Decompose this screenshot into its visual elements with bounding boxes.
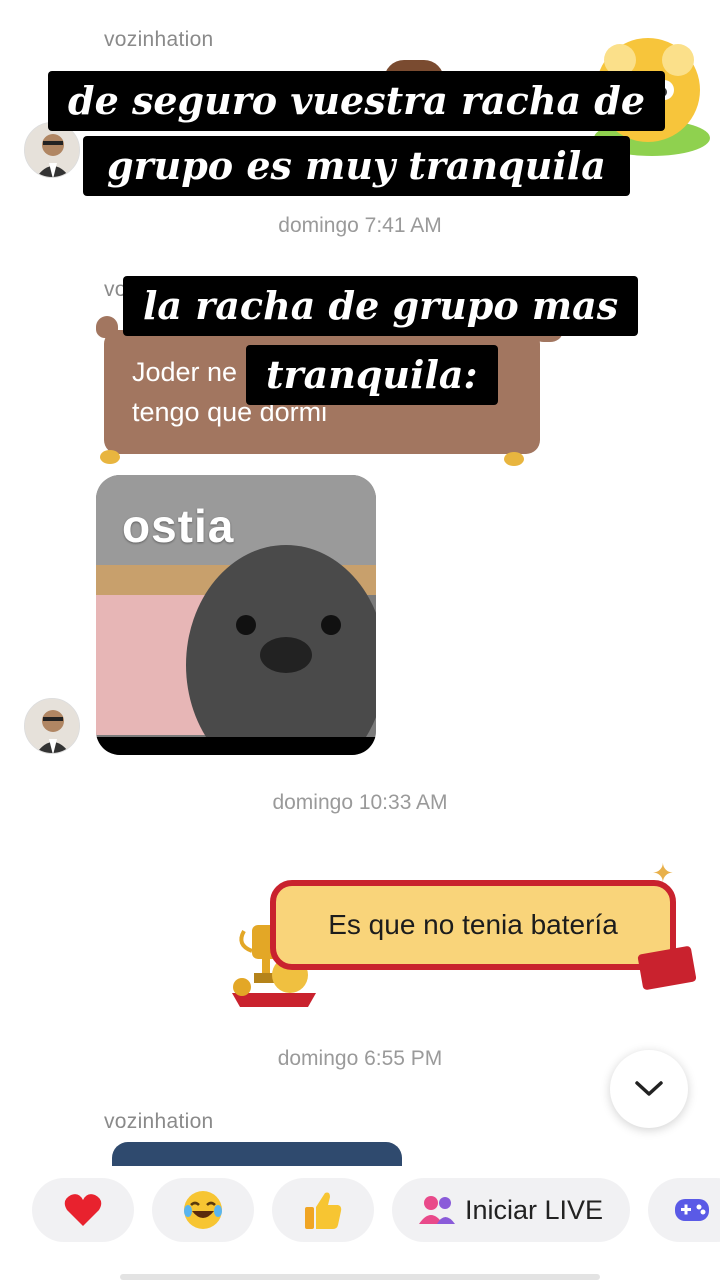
avatar[interactable] [24, 698, 80, 754]
games-button[interactable] [648, 1178, 720, 1242]
thumbs-up-icon [305, 1192, 342, 1229]
paw-decoration [504, 452, 524, 466]
sticker-caption: ostia [122, 500, 235, 552]
start-live-button[interactable]: Iniciar LIVE [392, 1178, 630, 1242]
caption-mid-line2: tranquila: [246, 345, 498, 405]
laugh-reaction-button[interactable] [152, 1178, 254, 1242]
caption-top-line1: de seguro vuestra racha de [48, 71, 666, 131]
sparkle-icon: ✦ [652, 858, 674, 888]
timestamp: domingo 7:41 AM [278, 214, 442, 237]
timestamp: domingo 10:33 AM [272, 791, 448, 814]
media-preview[interactable] [112, 1142, 402, 1166]
message-bubble-outgoing[interactable]: Es que no tenia batería [270, 880, 676, 970]
heart-icon [64, 1194, 102, 1226]
sticker-image[interactable]: ostia [96, 475, 376, 755]
heart-reaction-button[interactable] [32, 1178, 134, 1242]
game-controller-icon [675, 1199, 709, 1221]
scroll-to-bottom-button[interactable] [610, 1050, 688, 1128]
chevron-down-icon [635, 1081, 663, 1096]
home-indicator [120, 1274, 600, 1280]
timestamp: domingo 6:55 PM [277, 1047, 443, 1070]
message-text: Es que no tenia batería [328, 909, 618, 940]
paw-decoration [100, 450, 120, 464]
caption-top-line2: grupo es muy tranquila [83, 136, 630, 196]
bubble-ribbon [637, 945, 697, 991]
thumbs-up-reaction-button[interactable] [272, 1178, 374, 1242]
laughing-emoji-icon [184, 1191, 222, 1229]
start-live-label: Iniciar LIVE [464, 1194, 604, 1225]
sender-name: vozinhation [104, 1110, 214, 1133]
caption-mid-line1: la racha de grupo mas [123, 276, 639, 336]
quick-reaction-bar: Iniciar LIVE [0, 1170, 720, 1280]
group-people-icon [418, 1196, 455, 1224]
sender-name: vozinhation [104, 28, 214, 51]
